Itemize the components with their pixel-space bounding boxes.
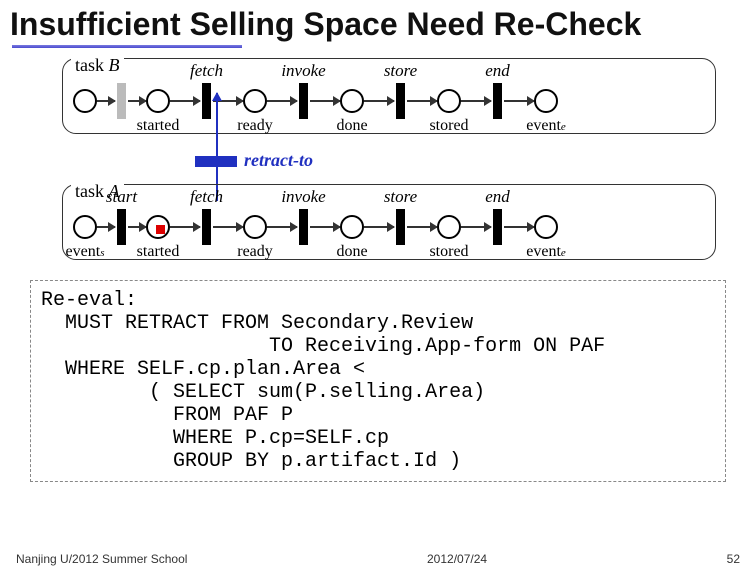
retract-label: retract-to [244,150,313,171]
state-circle [437,215,461,239]
task-a-box: task A events start started fetch ready [62,184,716,260]
action-label: store [384,61,417,81]
active-token-icon [156,225,165,234]
state-circle [340,89,364,113]
state-circle [534,89,558,113]
arrow-icon [213,226,243,228]
state-label: done [336,117,367,135]
arrow-icon [310,226,340,228]
arrow-icon [267,226,297,228]
transition-bar [493,209,502,245]
arrow-icon [504,100,534,102]
footer-left: Nanjing U/2012 Summer School [16,552,187,566]
code-block: Re-eval: MUST RETRACT FROM Secondary.Rev… [30,280,726,482]
arrow-icon [170,100,200,102]
action-label: store [384,187,417,207]
transition-bar [299,209,308,245]
state-circle [146,89,170,113]
task-a-row: events start started fetch ready invoke [73,209,705,245]
state-label: stored [429,243,468,261]
state-label: evente [526,243,566,261]
action-label: end [485,187,510,207]
arrow-icon [170,226,200,228]
transition-bar [396,209,405,245]
action-label: invoke [281,61,325,81]
arrow-icon [97,226,115,228]
state-label: ready [237,117,273,135]
state-label: started [137,117,180,135]
arrow-icon [407,100,437,102]
arrow-icon [128,100,146,102]
footer-right: 52 [727,552,740,566]
state-label: done [336,243,367,261]
arrow-icon [364,226,394,228]
action-label: fetch [190,61,223,81]
action-label: invoke [281,187,325,207]
footer-center: 2012/07/24 [187,552,726,566]
arrow-icon [364,100,394,102]
retract-bar-icon [195,156,237,167]
arrow-icon [97,100,115,102]
state-circle [73,89,97,113]
state-circle [340,215,364,239]
task-b-box: task B started fetch ready invoke [62,58,716,134]
arrow-icon [461,226,491,228]
state-circle [243,89,267,113]
task-b-label: task B [71,55,124,76]
state-label: ready [237,243,273,261]
state-circle [73,215,97,239]
state-circle-active [146,215,170,239]
arrow-icon [407,226,437,228]
footer: Nanjing U/2012 Summer School 2012/07/24 … [0,552,756,566]
state-label: events [66,243,105,261]
arrow-icon [461,100,491,102]
page-title: Insufficient Selling Space Need Re-Check [0,0,756,45]
arrow-icon [128,226,146,228]
task-diagram: task B started fetch ready invoke [62,58,716,268]
title-underline [12,45,242,48]
task-b-row: started fetch ready invoke done store [73,83,705,119]
state-label: started [137,243,180,261]
transition-bar [117,83,126,119]
arrow-icon [310,100,340,102]
state-circle [243,215,267,239]
state-label: stored [429,117,468,135]
action-label: fetch [190,187,223,207]
action-label: start [106,187,137,207]
transition-bar [493,83,502,119]
arrow-icon [267,100,297,102]
arrow-icon [504,226,534,228]
transition-bar [396,83,405,119]
state-circle [437,89,461,113]
state-circle [534,215,558,239]
transition-bar [202,209,211,245]
transition-bar [299,83,308,119]
transition-bar [202,83,211,119]
action-label: end [485,61,510,81]
state-label: evente [526,117,566,135]
transition-bar [117,209,126,245]
